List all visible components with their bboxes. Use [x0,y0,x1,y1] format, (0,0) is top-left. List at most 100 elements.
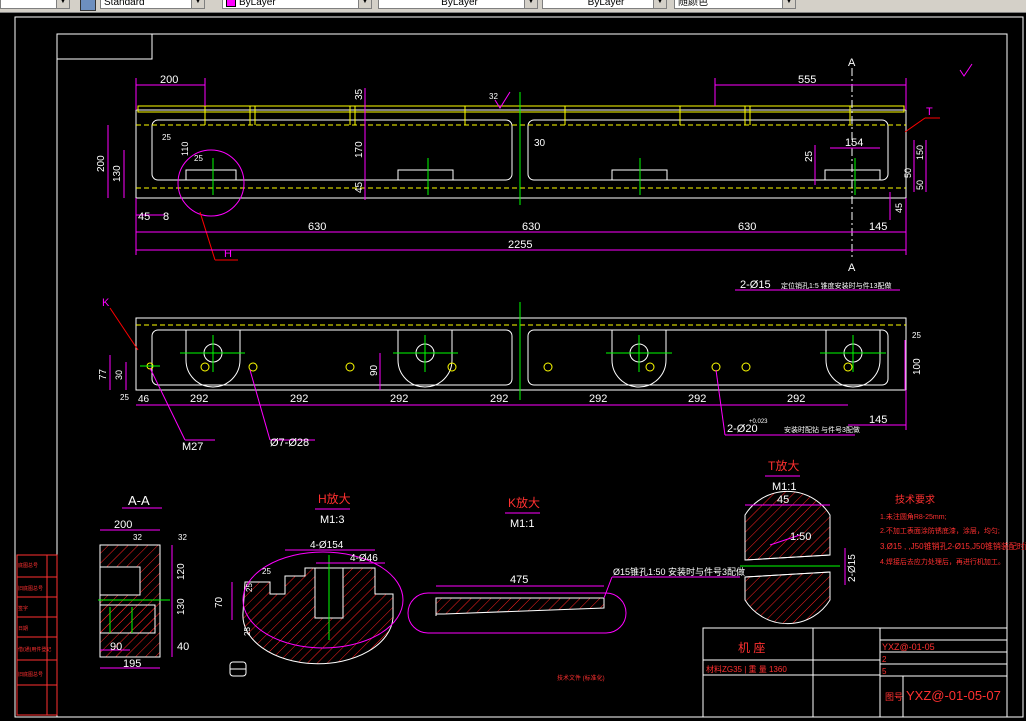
dim-45-right: 45 [894,203,904,213]
dim-77: 77 [98,368,109,380]
dim-style-dropdown[interactable]: Standard ▼ [100,0,205,9]
detail-k: K放大 M1:1 475 Ø15锥孔1:50 安装时与件号3配做 [407,495,745,634]
chevron-down-icon[interactable]: ▼ [782,0,795,8]
dim-30: 30 [534,138,546,149]
h-dim-25-c: 25 [243,627,252,636]
material-row: 材料ZG35 | 重 量 1360 [706,664,787,674]
aa-dim-130: 130 [176,598,187,615]
chevron-down-icon[interactable]: ▼ [191,0,204,8]
dim-630-a: 630 [308,221,326,233]
dim-25-left: 25 [162,133,171,142]
margin-label: 底图总号 [18,562,38,569]
h-dim-4-154: 4-Ø154 [310,540,344,551]
detail-t: T放大 M1:1 45 1:50 2-Ø15 [740,458,858,625]
aa-dim-32b: 32 [178,533,187,542]
detail-t-title: T放大 [768,458,799,473]
detail-k-label: K [102,297,110,309]
dim-145: 145 [869,221,887,233]
linetype-dropdown[interactable]: ByLayer ▼ [378,0,538,9]
dim-145: 145 [869,414,887,426]
tech-req-line: 3.Ø15 , ,J50锥销孔2-Ø15,J50锥销装配时配3. [880,541,1026,551]
dim-25-inner: 25 [194,154,203,163]
plot-style-dropdown[interactable]: 随颜色 ▼ [674,0,796,9]
detail-h: H放大 M1:3 4-Ø154 4-Ø46 25 70 25 25 [214,491,404,665]
dim-292-5: 292 [589,393,607,405]
drawing-title: 机 座 [738,640,765,655]
aa-dim-200: 200 [114,519,132,531]
hole-callout: Ø7-Ø28 [270,437,309,449]
dim-46: 46 [138,394,150,405]
fit-tolerance: +0.023 [749,419,768,425]
dim-25-right: 25 [804,150,815,162]
dim-200-top: 200 [160,74,178,86]
margin-label: 旧底图总号 [18,671,43,678]
aa-dim-195: 195 [123,658,141,670]
aa-dim-90: 90 [110,641,122,653]
dim-30: 30 [114,370,124,380]
aa-dim-40: 40 [177,641,189,653]
dim-50-a: 50 [903,168,913,178]
sheet-row: 5 [882,667,887,676]
aa-dim-32a: 32 [133,533,142,542]
text-style-dropdown[interactable]: Standard ▼ [0,0,70,9]
dim-292-4: 292 [490,393,508,405]
h-dim-70: 70 [214,596,225,608]
dim-292-7: 292 [787,393,805,405]
section-aa: A-A 200 32 32 120 130 90 40 195 [98,493,189,670]
dim-style-icon[interactable] [80,0,96,11]
margin-table: 底图总号 旧底图总号 签字 日期 借(通)用件登记 旧底图总号 [16,554,58,716]
section-mark-top: A [848,57,856,69]
dim-90: 90 [369,364,380,376]
dim-style-value: Standard [104,0,145,8]
margin-label: 日期 [18,626,28,632]
roughness-symbol: 32 [489,92,498,101]
h-dim-4-46: 4-Ø46 [350,553,378,564]
t-taper: 1:50 [790,531,811,543]
color-dropdown[interactable]: ByLayer ▼ [222,0,372,9]
color-value: ByLayer [239,0,276,8]
h-dim-25-b: 25 [245,583,254,592]
margin-label: 旧底图总号 [18,585,43,592]
detail-k-scale: M1:1 [510,518,534,530]
tech-req-line: 1.未注圆角R8-25mm; [880,512,947,521]
aa-dim-120: 120 [176,563,187,580]
dim-170: 170 [354,141,365,158]
dim-154: 154 [845,137,863,149]
dim-25-right: 25 [912,331,921,340]
tech-req-title: 技术要求 [895,493,935,506]
dim-292-3: 292 [390,393,408,405]
lineweight-dropdown[interactable]: ByLayer ▼ [542,0,667,9]
h-dim-25: 25 [262,567,271,576]
chevron-down-icon[interactable]: ▼ [524,0,537,8]
margin-label: 签字 [18,605,28,612]
lineweight-value: ByLayer [587,0,625,8]
dim-100: 100 [912,358,923,375]
fit-note: 安装时配钻 与件号3配做 [784,425,860,434]
code-small: YXZ@-01-05 [882,642,935,652]
tech-requirements: 技术要求 1.未注圆角R8-25mm; 2.不加工表面涂防锈底漆，涂层，均匀; … [880,493,1026,566]
dim-50-b: 50 [915,180,925,190]
detail-h-title: H放大 [318,491,351,506]
tech-req-line: 4.焊接后去应力处理后，再进行机加工。 [880,557,1005,566]
color-swatch-icon [226,0,236,7]
dim-45: 45 [354,181,365,193]
detail-k-title: K放大 [508,495,540,510]
dim-130: 130 [112,165,123,182]
dim-630-c: 630 [738,221,756,233]
linetype-value: ByLayer [441,0,478,8]
dim-8: 8 [163,211,169,223]
chevron-down-icon[interactable]: ▼ [56,0,69,8]
sheet-inner-border [56,33,1008,718]
dim-630-b: 630 [522,221,540,233]
chevron-down-icon[interactable]: ▼ [358,0,371,8]
hole-note-prefix: 2-Ø15 [740,279,771,291]
t-dim-2-15: 2-Ø15 [847,554,858,582]
drawing-canvas[interactable]: 底图总号 旧底图总号 签字 日期 借(通)用件登记 旧底图总号 H T A A … [0,12,1026,721]
dim-200-left: 200 [96,155,107,172]
t-dim-45: 45 [777,494,789,506]
dim-292-6: 292 [688,393,706,405]
thread-callout: M27 [182,441,203,453]
qty-row: 2 [882,655,887,664]
dim-150: 150 [915,145,925,160]
chevron-down-icon[interactable]: ▼ [653,0,666,8]
